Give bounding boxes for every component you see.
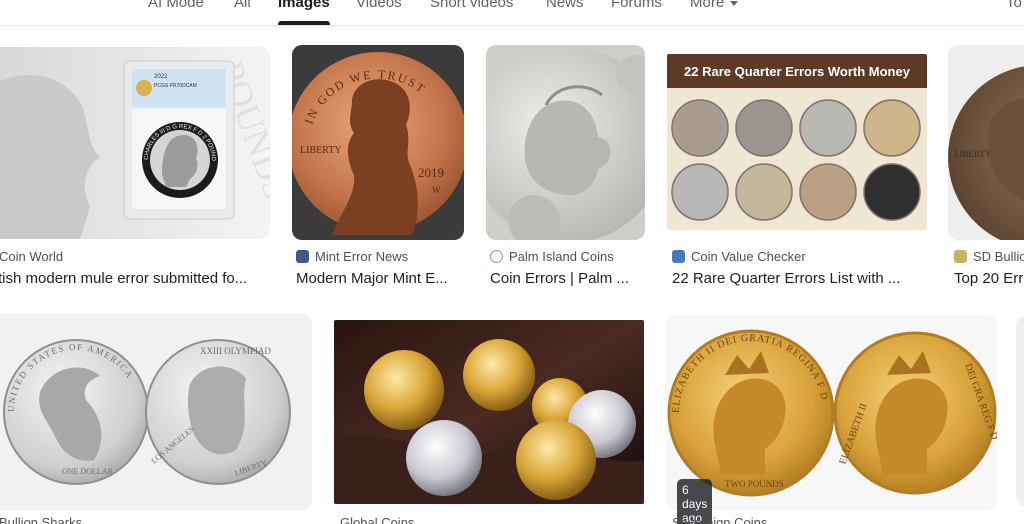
quarter-coin-icon	[671, 99, 729, 157]
result-source-name: Coin Value Checker	[691, 249, 806, 264]
result-source: Global Coins	[340, 515, 414, 524]
result-image[interactable]	[486, 45, 645, 240]
result-image[interactable]	[1016, 316, 1024, 506]
tab-tools[interactable]: To	[1006, 0, 1022, 11]
quarter-coin-icon	[799, 163, 857, 221]
quarter-coin-icon	[863, 163, 921, 221]
result-image[interactable]: UNITED STATES OF AMERICA ONE DOLLAR XXII…	[0, 314, 312, 510]
quarter-coin-icon	[735, 99, 793, 157]
site-favicon-icon	[672, 250, 685, 263]
quarter-coin-icon	[671, 163, 729, 221]
result-source: Mint Error News	[296, 249, 408, 264]
tab-all[interactable]: All	[234, 0, 251, 11]
coin-year: 2019	[418, 165, 444, 180]
result-source-name: Coin World	[0, 249, 64, 264]
coin-mintmark: W	[432, 185, 441, 195]
result-title[interactable]: Coin Errors | Palm ...	[490, 270, 642, 287]
site-favicon-icon	[954, 250, 967, 263]
result-source-name: Mint Error News	[315, 249, 409, 264]
site-favicon-icon	[490, 250, 503, 263]
tab-short-videos[interactable]: Short videos	[430, 0, 513, 11]
result-image-graphic: IN GOD WE TRUST LIBERTY 2019 W	[292, 45, 464, 240]
slab-year: 2022	[154, 74, 168, 80]
result-image[interactable]	[334, 320, 644, 504]
result-source-name: Global Coins	[340, 515, 415, 524]
image-banner-title: 22 Rare Quarter Errors Worth Money	[684, 64, 911, 79]
tab-forums[interactable]: Forums	[611, 0, 662, 11]
tab-images[interactable]: Images	[278, 0, 330, 11]
coin-olympiad: XXIII OLYMPIAD	[200, 346, 271, 356]
result-image-graphic: UNITED STATES OF AMERICA ONE DOLLAR XXII…	[0, 314, 312, 510]
quarter-coin-icon	[735, 163, 793, 221]
result-source-name: SD Bullio	[973, 249, 1024, 264]
quarter-coin-icon	[799, 99, 857, 157]
result-image[interactable]: POUNDS 2022 PCGS PR70DCAM CHARLES III D …	[0, 47, 270, 239]
result-source: Palm Island Coins	[490, 249, 614, 264]
result-image[interactable]: ELIZABETH II DEI GRATIA REGINA F D TWO P…	[665, 315, 997, 510]
chevron-down-icon	[730, 0, 739, 6]
result-title[interactable]: 22 Rare Quarter Errors List with ...	[672, 270, 930, 287]
result-image[interactable]: LIBERTY	[948, 45, 1024, 240]
result-source-name: Bullion Sharks	[0, 515, 83, 524]
result-title[interactable]: Modern Major Mint E...	[296, 270, 466, 287]
result-image-graphic: 22 Rare Quarter Errors Worth Money	[667, 54, 927, 230]
result-image-graphic: ELIZABETH II DEI GRATIA REGINA F D TWO P…	[665, 315, 997, 510]
tab-more-label: More	[690, 0, 725, 11]
result-source: Coin Value Checker	[672, 249, 806, 264]
site-favicon-icon	[296, 250, 309, 263]
coin-denomination: ONE DOLLAR	[62, 467, 114, 476]
result-image[interactable]: 22 Rare Quarter Errors Worth Money	[667, 54, 927, 230]
result-title[interactable]: tish modern mule error submitted fo...	[0, 270, 268, 287]
result-title[interactable]: Top 20 Err	[954, 270, 1024, 287]
result-source: Bullion Sharks	[0, 515, 82, 524]
tab-videos[interactable]: Videos	[356, 0, 402, 11]
active-tab-indicator	[278, 21, 330, 25]
result-image-graphic	[334, 320, 644, 504]
tab-news[interactable]: News	[546, 0, 584, 11]
coin-liberty: LIBERTY	[300, 145, 342, 156]
result-source: Coin World	[0, 249, 63, 264]
result-image-graphic	[486, 45, 645, 240]
result-source: Sovereign Coins	[672, 515, 767, 524]
tab-ai-mode[interactable]: AI Mode	[148, 0, 204, 11]
quarter-coin-icon	[863, 99, 921, 157]
coin-denomination: TWO POUNDS	[725, 479, 784, 489]
result-source-name: Sovereign Coins	[672, 515, 768, 524]
result-image-graphic: POUNDS 2022 PCGS PR70DCAM CHARLES III D …	[0, 47, 270, 239]
result-image[interactable]: IN GOD WE TRUST LIBERTY 2019 W	[292, 45, 464, 240]
tab-more[interactable]: More	[690, 0, 739, 11]
coin-liberty: LIBERTY	[954, 149, 992, 159]
search-tab-bar: AI Mode All Images Videos Short videos N…	[0, 0, 1024, 26]
result-source-name: Palm Island Coins	[509, 249, 614, 264]
result-source: SD Bullio	[954, 249, 1024, 264]
result-image-graphic: LIBERTY	[948, 45, 1024, 240]
slab-grade: PCGS PR70DCAM	[154, 83, 197, 89]
